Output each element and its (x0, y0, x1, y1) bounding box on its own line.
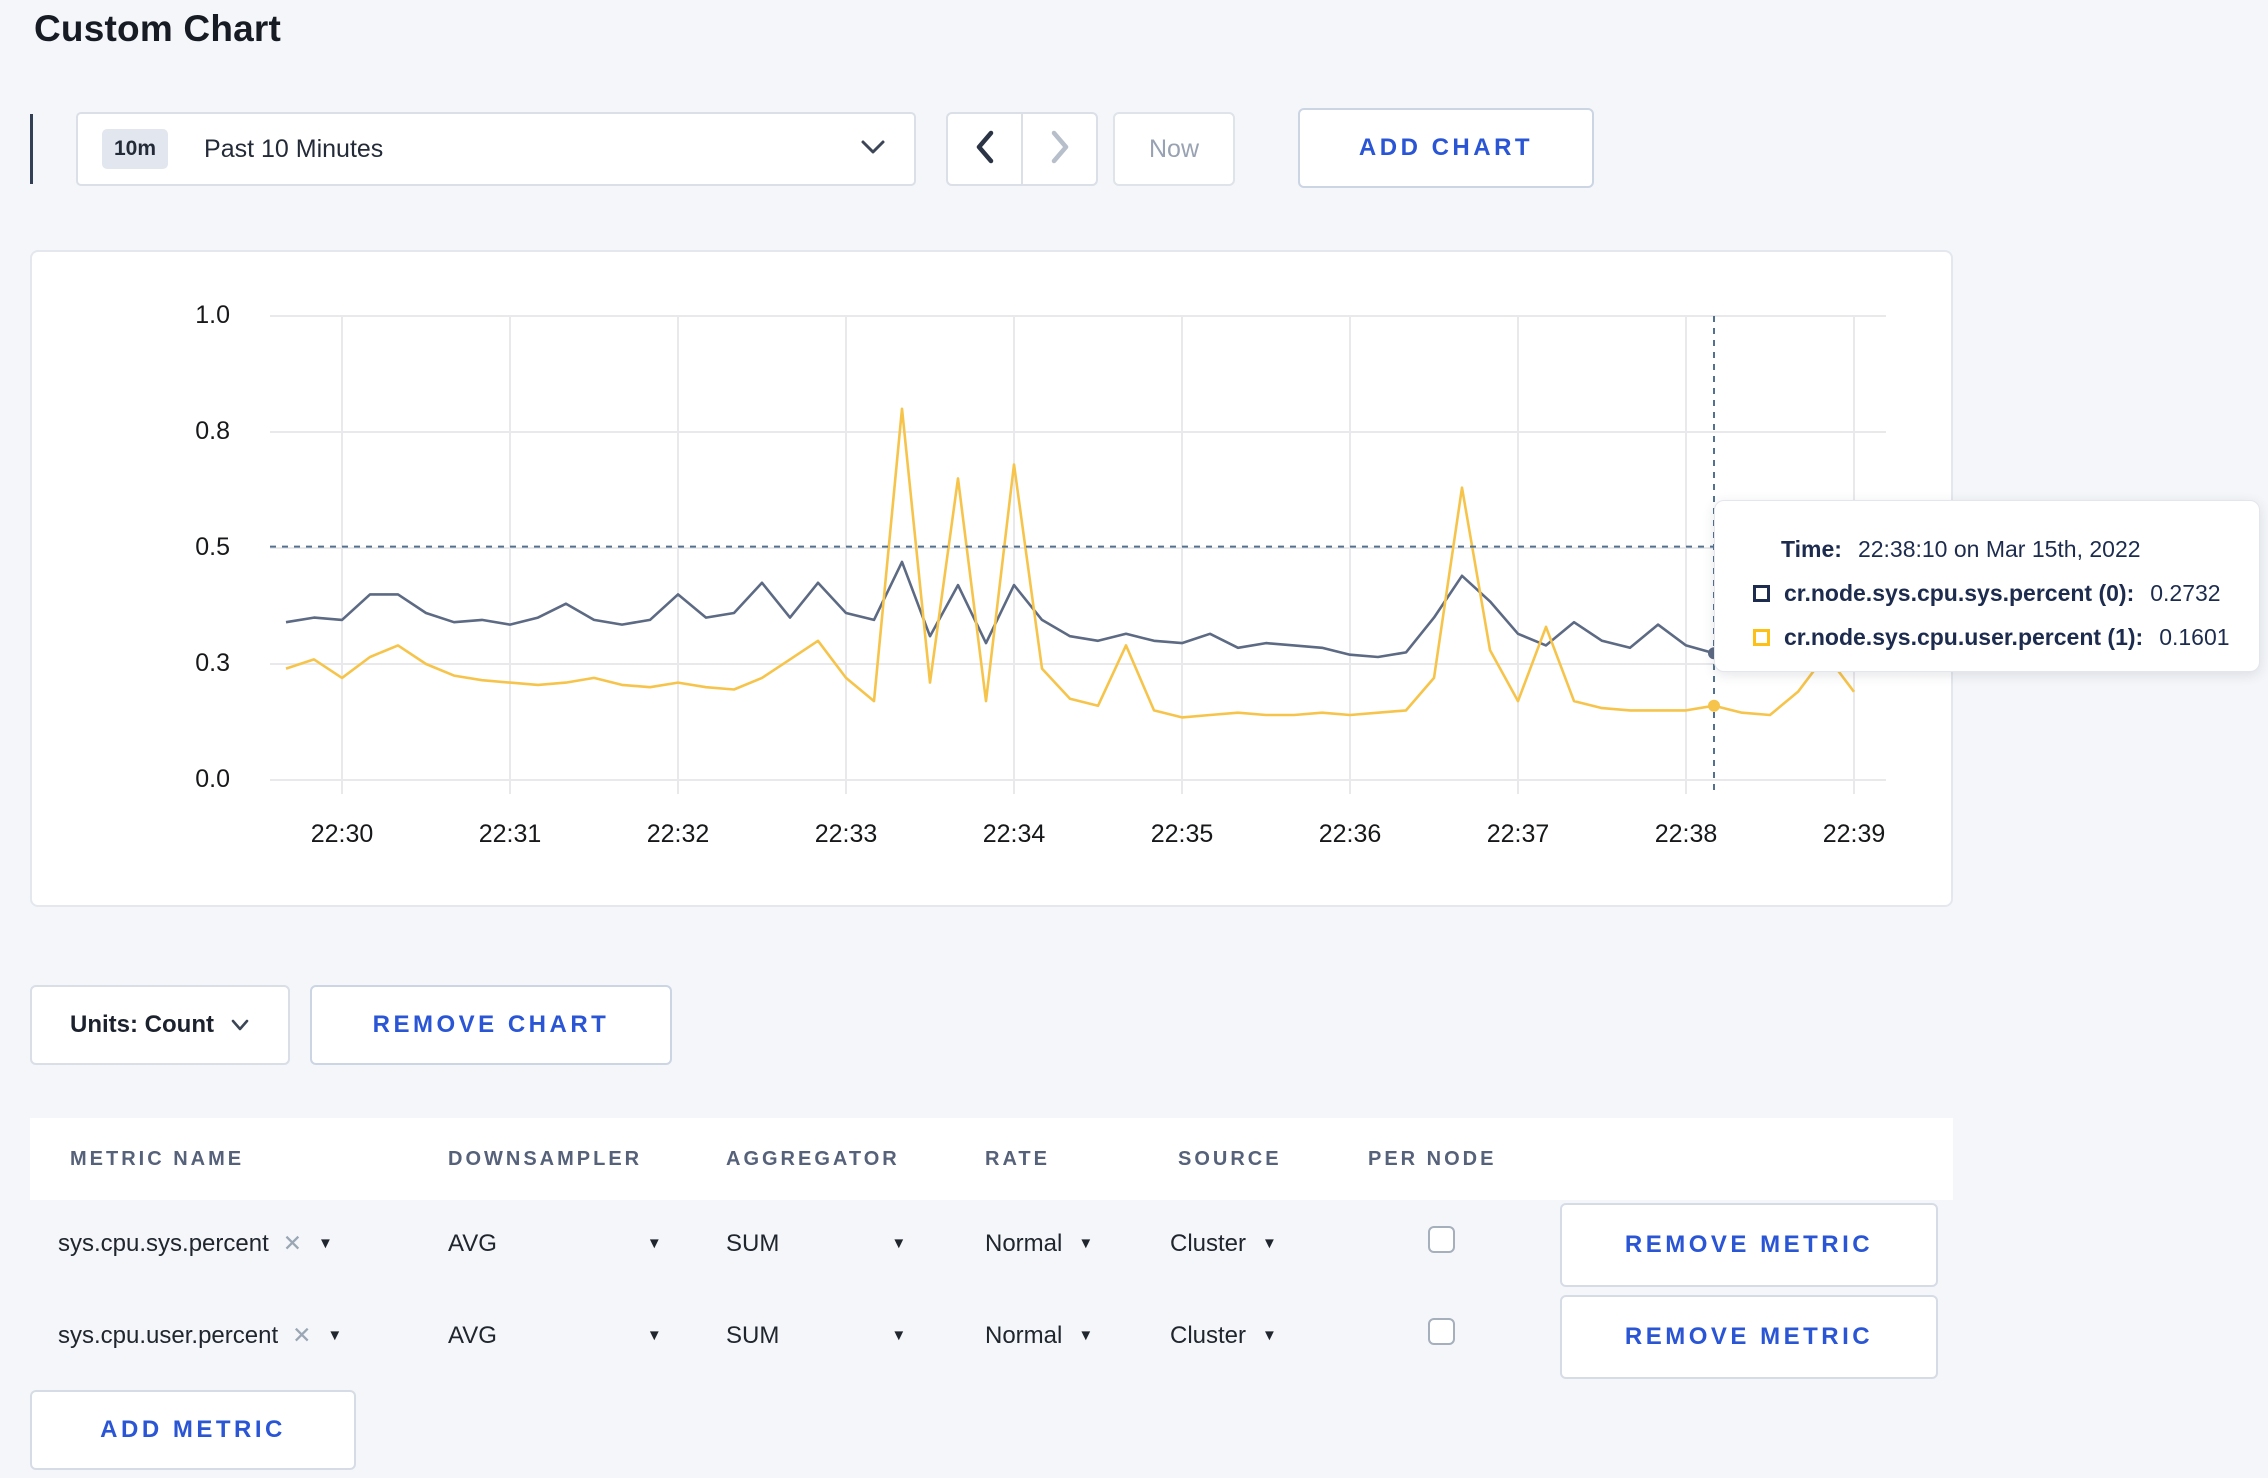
tooltip-series-user-value: 0.1601 (2159, 623, 2230, 650)
caret-down-icon: ▼ (1262, 1235, 1277, 1252)
x-tick-label: 22:31 (478, 820, 542, 848)
series-line-sys (285, 560, 1855, 659)
remove-chart-button[interactable]: REMOVE CHART (310, 985, 672, 1065)
y-tick-label: 0.0 (195, 765, 230, 793)
chevron-down-icon (230, 1011, 250, 1039)
y-tick-label: 1.0 (195, 301, 230, 329)
time-range-dropdown[interactable]: 10m Past 10 Minutes (76, 112, 916, 186)
caret-down-icon: ▼ (318, 1235, 333, 1252)
rate-value: Normal (985, 1322, 1063, 1349)
metric-name-value: sys.cpu.sys.percent (58, 1230, 269, 1257)
caret-down-icon: ▼ (1078, 1235, 1094, 1252)
caret-down-icon: ▼ (646, 1235, 662, 1252)
x-tick-label: 22:35 (1150, 820, 1214, 848)
remove-tag-x-icon[interactable]: ✕ (292, 1322, 311, 1348)
x-tick-label: 22:33 (814, 820, 878, 848)
downsampler-value: AVG (448, 1322, 497, 1349)
metric-name-dropdown[interactable]: sys.cpu.sys.percent ✕ ▼ (58, 1230, 333, 1258)
col-head-downsampler: DOWNSAMPLER (448, 1148, 643, 1170)
source-value: Cluster (1170, 1322, 1247, 1349)
col-head-aggregator: AGGREGATOR (726, 1148, 900, 1170)
metric-name-dropdown[interactable]: sys.cpu.user.percent ✕ ▼ (58, 1322, 342, 1350)
x-tick-label: 22:38 (1654, 820, 1718, 848)
tooltip-series-sys-label: cr.node.sys.cpu.sys.percent (0): (1784, 579, 2135, 606)
units-dropdown[interactable]: Units: Count (30, 985, 290, 1065)
y-tick-label: 0.5 (195, 533, 230, 561)
remove-tag-x-icon[interactable]: ✕ (283, 1230, 302, 1256)
rate-dropdown[interactable]: Normal ▼ (985, 1230, 1093, 1258)
caret-down-icon: ▼ (1262, 1327, 1277, 1344)
y-tick-label: 0.8 (195, 417, 230, 445)
source-dropdown[interactable]: Cluster ▼ (1170, 1322, 1277, 1350)
caret-down-icon: ▼ (327, 1327, 343, 1344)
chart-card: 0.0 0.3 0.5 0.8 1.0 22:30 22:31 22:32 22:33 22:3… (30, 250, 1953, 907)
time-range-badge: 10m (102, 129, 169, 169)
per-node-checkbox[interactable] (1428, 1226, 1455, 1253)
x-tick-label: 22:32 (646, 820, 710, 848)
series-line-user (285, 407, 1856, 719)
chevron-left-icon (975, 130, 995, 169)
chevron-right-icon (1050, 130, 1070, 169)
rate-value: Normal (985, 1230, 1063, 1257)
remove-metric-button[interactable]: REMOVE METRIC (1560, 1203, 1938, 1287)
add-chart-button[interactable]: ADD CHART (1298, 108, 1594, 188)
col-head-rate: RATE (985, 1148, 1050, 1170)
caret-down-icon: ▼ (646, 1327, 662, 1344)
page-title: Custom Chart (34, 8, 282, 49)
downsampler-dropdown[interactable]: AVG ▼ (448, 1230, 662, 1258)
x-tick-label: 22:37 (1486, 820, 1550, 848)
time-range-label: Past 10 Minutes (204, 134, 384, 163)
tooltip-series-user-label: cr.node.sys.cpu.user.percent (1): (1784, 623, 2144, 650)
caret-down-icon: ▼ (891, 1235, 907, 1252)
now-button[interactable]: Now (1113, 112, 1235, 186)
tooltip-time-label: Time: (1781, 535, 1842, 562)
units-label: Units: Count (70, 1011, 214, 1038)
series-sys-legend-swatch-icon (1753, 584, 1770, 602)
add-metric-button[interactable]: ADD METRIC (30, 1390, 356, 1470)
source-dropdown[interactable]: Cluster ▼ (1170, 1230, 1277, 1258)
col-head-metric-name: METRIC NAME (70, 1148, 245, 1170)
timeseries-chart[interactable] (32, 252, 1955, 909)
x-tick-label: 22:36 (1318, 820, 1382, 848)
rate-dropdown[interactable]: Normal ▼ (985, 1322, 1093, 1350)
per-node-checkbox[interactable] (1428, 1318, 1455, 1345)
aggregator-value: SUM (726, 1230, 780, 1257)
step-forward-button[interactable] (1021, 114, 1096, 184)
series-user-legend-swatch-icon (1753, 628, 1770, 646)
metric-name-value: sys.cpu.user.percent (58, 1322, 279, 1349)
aggregator-dropdown[interactable]: SUM ▼ (726, 1230, 906, 1258)
x-tick-label: 22:30 (310, 820, 374, 848)
hover-point-user (1708, 699, 1721, 712)
x-tick-label: 22:39 (1822, 820, 1886, 848)
step-back-button[interactable] (948, 114, 1021, 184)
custom-chart-page: { "page": { "title": "Custom Chart" }, "… (0, 0, 2268, 1478)
col-head-source: SOURCE (1178, 1148, 1282, 1170)
downsampler-value: AVG (448, 1230, 497, 1257)
caret-down-icon: ▼ (1078, 1327, 1094, 1344)
tooltip-series-sys-value: 0.2732 (2150, 579, 2221, 606)
aggregator-dropdown[interactable]: SUM ▼ (726, 1322, 906, 1350)
downsampler-dropdown[interactable]: AVG ▼ (448, 1322, 662, 1350)
remove-metric-button[interactable]: REMOVE METRIC (1560, 1295, 1938, 1379)
time-step-buttons (946, 112, 1098, 186)
tooltip-time-value: 22:38:10 on Mar 15th, 2022 (1857, 535, 2141, 562)
chart-hover-tooltip: Time: 22:38:10 on Mar 15th, 2022 cr.node… (1714, 500, 2260, 672)
source-value: Cluster (1170, 1230, 1247, 1257)
caret-down-icon: ▼ (891, 1327, 907, 1344)
toolbar-left-divider (30, 114, 33, 184)
aggregator-value: SUM (726, 1322, 780, 1349)
col-head-per-node: PER NODE (1368, 1148, 1497, 1170)
x-tick-label: 22:34 (982, 820, 1046, 848)
chevron-down-icon (860, 139, 886, 160)
y-tick-label: 0.3 (195, 649, 230, 677)
